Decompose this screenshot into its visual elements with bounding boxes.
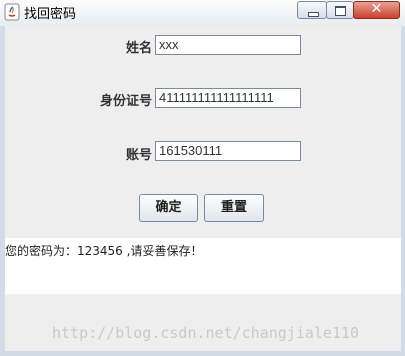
- account-field[interactable]: 161530111: [155, 141, 301, 161]
- form-panel: [5, 26, 401, 351]
- close-button[interactable]: ✕: [353, 1, 400, 19]
- id-number-field[interactable]: 411111111111111111: [155, 88, 301, 108]
- minimize-button[interactable]: [297, 1, 327, 19]
- id-number-label: 身份证号: [99, 94, 152, 109]
- maximize-icon: [335, 6, 346, 16]
- maximize-button[interactable]: [326, 1, 354, 19]
- name-label: 姓名: [125, 41, 152, 56]
- result-message: 您的密码为：123456 ,请妥善保存！: [5, 244, 203, 258]
- name-field[interactable]: xxx: [155, 35, 301, 55]
- account-label: 账号: [125, 148, 152, 163]
- reset-button[interactable]: 重置: [204, 194, 264, 222]
- java-app-icon: [4, 3, 20, 21]
- close-icon: ✕: [370, 1, 383, 17]
- title-bar: 找回密码 ✕: [0, 0, 405, 26]
- minimize-icon: [308, 12, 319, 17]
- confirm-button[interactable]: 确定: [139, 194, 198, 222]
- watermark: http://blog.csdn.net/changjiale110: [52, 324, 360, 342]
- window-title: 找回密码: [24, 7, 77, 22]
